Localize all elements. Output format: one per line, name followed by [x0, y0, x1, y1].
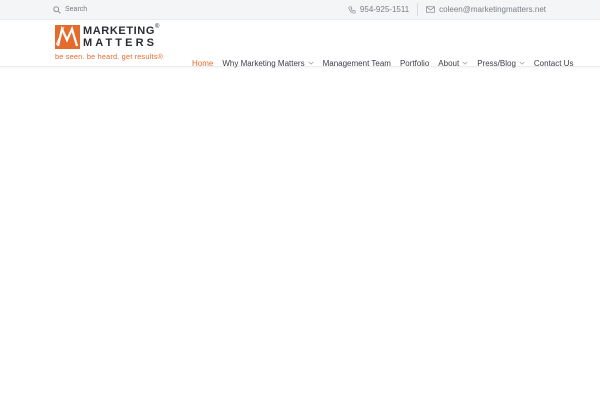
- main-nav: Home Why Marketing Matters Management Team…: [192, 40, 582, 86]
- nav-item-why-marketing-matters[interactable]: Why Marketing Matters: [222, 58, 314, 68]
- nav-item-label: Home: [192, 58, 214, 68]
- top-bar: Search 954-925-1511 coleen@marketingmatt…: [0, 0, 600, 20]
- nav-item-label: Management Team: [322, 58, 391, 68]
- chevron-down-icon: [462, 61, 468, 65]
- logo-mark: [55, 25, 80, 49]
- logo-tagline: be seen. be heard. get results®: [55, 52, 164, 61]
- contact-divider: [417, 3, 419, 16]
- contact-info: 954-925-1511 coleen@marketingmatters.net: [348, 3, 546, 16]
- nav-item-home[interactable]: Home: [192, 59, 213, 68]
- nav-item-portfolio[interactable]: Portfolio: [400, 59, 429, 68]
- nav-item-label: Contact Us: [533, 58, 574, 68]
- mail-icon: [426, 6, 436, 13]
- search-icon: [53, 5, 61, 14]
- nav-item-label: About: [438, 58, 460, 68]
- nav-item-label: Why Marketing Matters: [222, 58, 305, 68]
- phone-link[interactable]: 954-925-1511: [348, 5, 409, 14]
- nav-item-management-team[interactable]: Management Team: [323, 59, 391, 68]
- nav-item-press-blog[interactable]: Press/Blog: [477, 59, 525, 68]
- phone-icon: [348, 5, 356, 14]
- nav-item-label: Portfolio: [399, 58, 430, 68]
- search-button[interactable]: Search: [53, 4, 87, 15]
- nav-item-about[interactable]: About: [438, 59, 468, 68]
- nav-item-contact-us[interactable]: Contact Us: [534, 59, 574, 68]
- logo-m-icon: [55, 25, 79, 47]
- nav-item-label: Press/Blog: [477, 58, 516, 68]
- logo-line-2: MATTERS: [83, 37, 158, 49]
- chevron-down-icon: [308, 61, 314, 65]
- logo-line-1: MARKETING: [83, 25, 156, 37]
- email-address: coleen@marketingmatters.net: [439, 5, 546, 14]
- logo-registered-mark: ®: [155, 24, 160, 30]
- phone-number: 954-925-1511: [359, 5, 410, 14]
- site-logo[interactable]: MARKETING ® MATTERS be seen. be heard. g…: [55, 24, 164, 63]
- site-header: MARKETING ® MATTERS be seen. be heard. g…: [0, 20, 600, 68]
- email-link[interactable]: coleen@marketingmatters.net: [426, 5, 546, 14]
- chevron-down-icon: [519, 61, 525, 65]
- search-label: Search: [65, 6, 88, 13]
